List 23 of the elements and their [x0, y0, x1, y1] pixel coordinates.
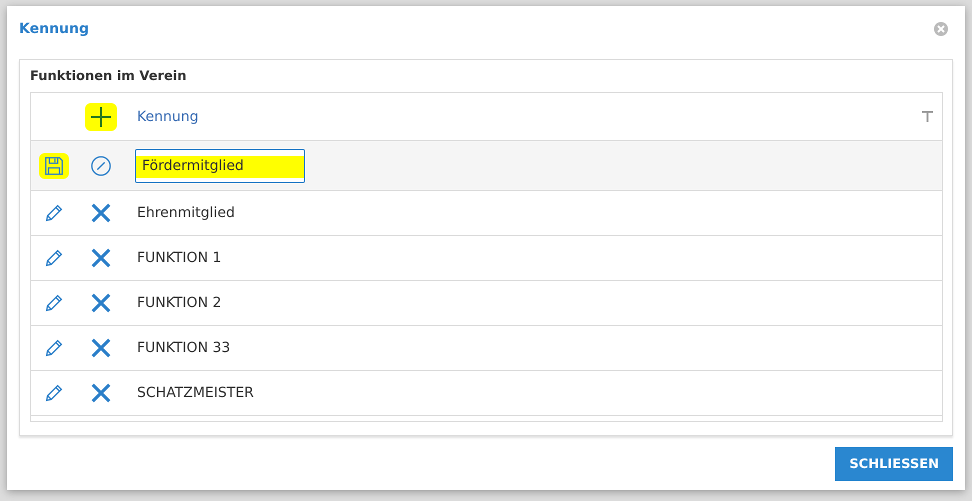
close-icon — [90, 382, 112, 404]
table-cell-text: Ehrenmitglied — [136, 205, 236, 221]
filter-icon[interactable] — [922, 111, 932, 122]
pencil-icon — [43, 202, 65, 224]
close-dialog-button[interactable]: SCHLIESSEN — [835, 447, 953, 481]
close-icon — [90, 337, 112, 359]
table-cell-text: FUNKTION 1 — [136, 250, 222, 266]
pencil-icon — [43, 292, 65, 314]
panel-title: Funktionen im Verein — [30, 68, 188, 86]
table-cell-text: FUNKTION 2 — [136, 295, 222, 311]
add-button[interactable] — [85, 102, 117, 130]
table-cell-text: SCHATZMEISTER — [136, 385, 255, 401]
table-cell-text: FUNKTION 33 — [136, 340, 232, 356]
pencil-icon — [43, 337, 65, 359]
input-field[interactable]: Fördermitglied — [135, 148, 305, 182]
column-header[interactable]: Kennung — [125, 108, 912, 124]
save-button[interactable] — [39, 152, 69, 178]
dialog-title: Kennung — [19, 20, 89, 36]
pencil-icon — [43, 247, 65, 269]
close-icon — [90, 292, 112, 314]
close-icon — [90, 247, 112, 269]
pencil-icon — [43, 382, 65, 404]
close-icon — [90, 202, 112, 224]
